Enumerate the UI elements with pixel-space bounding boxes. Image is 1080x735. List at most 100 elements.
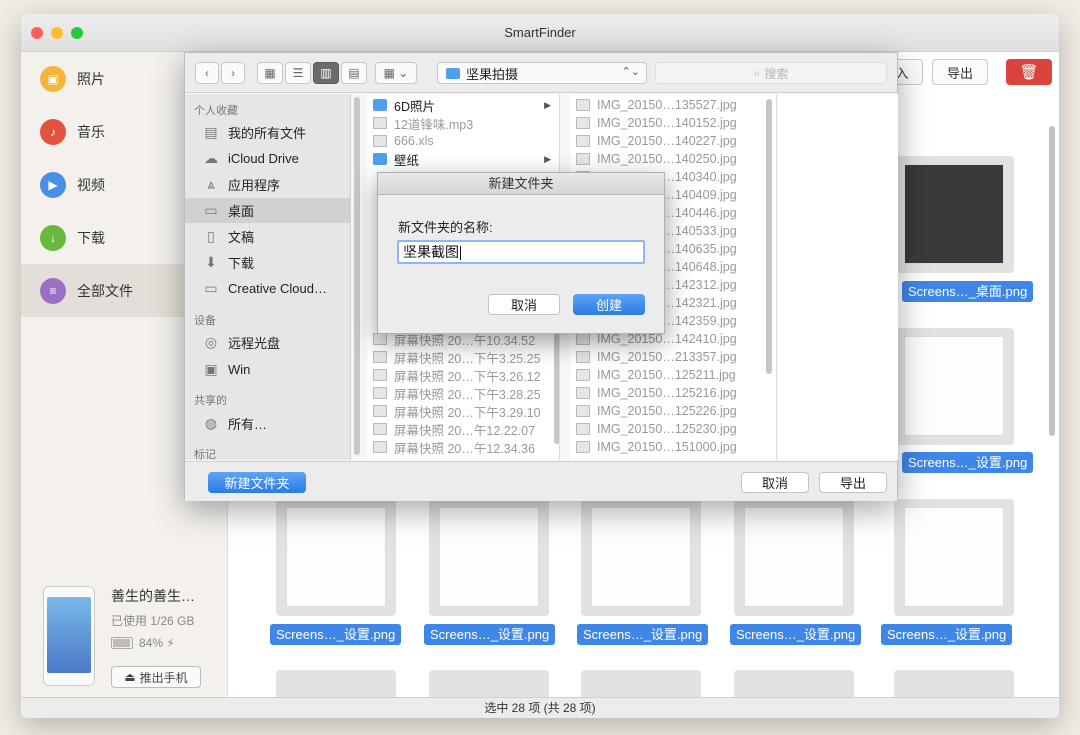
icon-view-icon[interactable]: ▦ <box>257 62 283 84</box>
list-item[interactable]: 666.xls <box>367 132 557 150</box>
window-controls <box>31 27 83 39</box>
list-item[interactable]: IMG_20150…140250.jpg <box>570 150 737 168</box>
create-button[interactable]: 创建 <box>573 294 645 315</box>
coverflow-view-icon[interactable]: ▤ <box>341 62 367 84</box>
file-thumbnail[interactable] <box>734 499 854 616</box>
trash-icon[interactable]: 🗑 <box>1006 59 1052 85</box>
eject-phone-button[interactable]: ⏏ 推出手机 <box>111 666 201 688</box>
list-item[interactable]: 屏幕快照 20…下午3.29.10 <box>367 402 541 420</box>
file-name: IMG_20150…151000.jpg <box>597 440 737 454</box>
list-item[interactable]: 屏幕快照 20…午12.22.07 <box>367 420 535 438</box>
sidebar-item-remote-disc[interactable]: ◎ 远程光盘 <box>185 330 350 355</box>
arrange-icon[interactable]: ▦ ⌄ <box>375 62 417 84</box>
minimize-window-icon[interactable] <box>51 27 63 39</box>
sidebar-item-win[interactable]: ▣ Win <box>185 357 350 382</box>
video-icon: ▶ <box>40 171 66 198</box>
close-window-icon[interactable] <box>31 27 43 39</box>
sidebar-item-desktop[interactable]: ▭ 桌面 <box>185 198 350 223</box>
sidebar-item-label: 照片 <box>77 70 105 87</box>
folder-icon: ▭ <box>204 280 218 296</box>
image-file-icon <box>576 423 590 435</box>
file-thumbnail[interactable] <box>894 499 1014 616</box>
file-label[interactable]: Screens…_设置.png <box>424 624 556 645</box>
file-name: IMG_20150…135527.jpg <box>597 98 737 112</box>
sidebar-item-all-my-files[interactable]: ▤ 我的所有文件 <box>185 120 350 145</box>
list-item[interactable]: IMG_20150…151000.jpg <box>570 438 737 456</box>
window-title: SmartFinder <box>504 25 576 40</box>
file-thumbnail[interactable] <box>429 499 549 616</box>
file-label[interactable]: Screens…_设置.png <box>902 452 1034 473</box>
list-item[interactable]: 屏幕快照 20…下午3.28.25 <box>367 384 541 402</box>
download-icon: ⬇ <box>205 254 217 270</box>
list-item[interactable]: IMG_20150…213357.jpg <box>570 348 737 366</box>
list-item[interactable]: IMG_20150…140227.jpg <box>570 132 737 150</box>
image-file-icon <box>576 117 590 129</box>
forward-icon[interactable]: › <box>221 62 245 84</box>
file-name: IMG_20150…213357.jpg <box>597 350 737 364</box>
column-scrollbar[interactable] <box>766 99 772 374</box>
path-label: 坚果拍摄 <box>466 66 519 82</box>
device-usage: 已使用 1/26 GB <box>111 614 195 628</box>
cancel-button[interactable]: 取消 <box>741 472 809 493</box>
status-bar: 选中 28 项 (共 28 项) <box>21 697 1059 718</box>
image-file-icon <box>576 369 590 381</box>
battery-icon <box>111 637 133 649</box>
folder-name-input[interactable]: 坚果截图 <box>397 240 645 264</box>
back-icon[interactable]: ‹ <box>195 62 219 84</box>
file-label[interactable]: Screens…_设置.png <box>577 624 709 645</box>
sidebar-item-label: 下载 <box>77 229 105 246</box>
export-button[interactable]: 导出 <box>932 59 988 85</box>
list-item[interactable]: 屏幕快照 20…午12.34.36 <box>367 438 535 456</box>
new-folder-dialog: 新建文件夹 新文件夹的名称: 坚果截图 取消 创建 <box>377 172 665 334</box>
sidebar-item-documents[interactable]: ▯ 文稿 <box>185 224 350 249</box>
search-icon: ⌕ <box>753 65 761 80</box>
list-item[interactable]: IMG_20150…125211.jpg <box>570 366 736 384</box>
file-name: IMG_20150…140152.jpg <box>597 116 737 130</box>
file-label[interactable]: Screens…_设置.png <box>730 624 862 645</box>
title-bar: SmartFinder <box>21 14 1059 52</box>
dialog-cancel-button[interactable]: 取消 <box>488 294 560 315</box>
file-thumbnail[interactable] <box>894 328 1014 445</box>
list-view-icon[interactable]: ☰ <box>285 62 311 84</box>
list-item[interactable]: 屏幕快照 20…下午3.26.12 <box>367 366 541 384</box>
file-name: IMG_20150…142410.jpg <box>597 332 737 346</box>
disc-icon: ◎ <box>204 334 218 350</box>
image-file-icon <box>576 351 590 363</box>
sidebar-scrollbar[interactable] <box>354 97 360 455</box>
sidebar-item-icloud[interactable]: ☁ iCloud Drive <box>185 146 350 171</box>
file-thumbnail[interactable] <box>276 499 396 616</box>
column-empty <box>778 94 898 460</box>
list-item[interactable]: IMG_20150…125230.jpg <box>570 420 737 438</box>
list-item[interactable]: 12道锋味.mp3 <box>367 114 557 132</box>
new-folder-button[interactable]: 新建文件夹 <box>208 472 306 493</box>
list-item[interactable]: IMG_20150…135527.jpg <box>570 96 737 114</box>
sidebar-item-label: 音乐 <box>77 123 105 140</box>
list-item[interactable]: 6D照片 ▶ <box>367 96 557 114</box>
dialog-title: 新建文件夹 <box>378 173 664 195</box>
eject-icon: ⏏ <box>124 670 136 684</box>
sidebar-item-downloads[interactable]: ⬇ 下载 <box>185 250 350 275</box>
sidebar-item-applications[interactable]: ⩓ 应用程序 <box>185 172 350 197</box>
path-popup[interactable]: 坚果拍摄 ⌃⌄ <box>437 62 647 84</box>
search-field[interactable]: ⌕ 搜索 <box>655 62 887 84</box>
file-label[interactable]: Screens…_设置.png <box>270 624 402 645</box>
column-view-icon[interactable]: ▥ <box>313 62 339 84</box>
file-thumbnail[interactable] <box>581 499 701 616</box>
list-item[interactable]: IMG_20150…125226.jpg <box>570 402 737 420</box>
section-shared: 共享的 <box>194 395 227 407</box>
list-item[interactable]: IMG_20150…140152.jpg <box>570 114 737 132</box>
list-item[interactable]: 壁纸 ▶ <box>367 150 557 168</box>
scrollbar[interactable] <box>1049 126 1055 436</box>
file-label[interactable]: Screens…_设置.png <box>881 624 1013 645</box>
device-name: 善生的善生… <box>111 588 195 604</box>
zoom-window-icon[interactable] <box>71 27 83 39</box>
list-item[interactable]: IMG_20150…125216.jpg <box>570 384 737 402</box>
globe-icon: ◍ <box>204 415 218 431</box>
export-button[interactable]: 导出 <box>819 472 887 493</box>
list-item[interactable]: 屏幕快照 20…下午3.25.25 <box>367 348 541 366</box>
sidebar-item-shared-all[interactable]: ◍ 所有… <box>185 411 350 436</box>
sidebar-item-creative-cloud[interactable]: ▭ Creative Cloud… <box>185 276 350 301</box>
image-file-icon <box>576 441 590 453</box>
file-label[interactable]: Screens…_桌面.png <box>902 281 1034 302</box>
file-thumbnail[interactable] <box>894 156 1014 273</box>
